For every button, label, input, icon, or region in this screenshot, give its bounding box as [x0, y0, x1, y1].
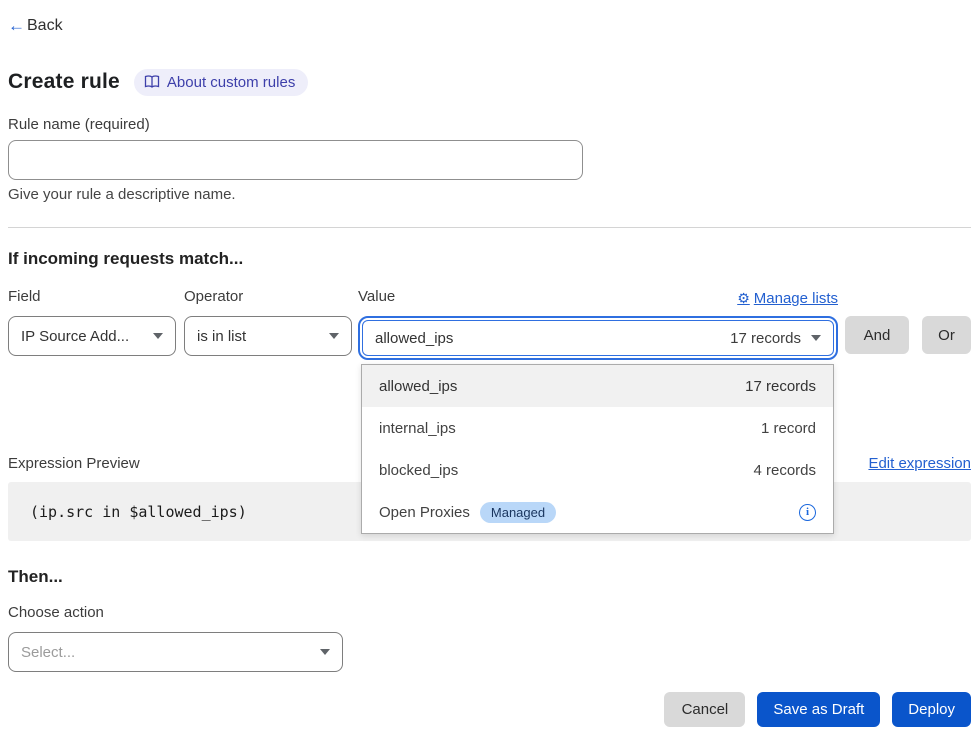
info-icon[interactable]: [799, 504, 816, 521]
list-item-internal-ips[interactable]: internal_ips 1 record: [362, 407, 833, 449]
chevron-down-icon: [811, 335, 821, 341]
chevron-down-icon: [153, 333, 163, 339]
manage-lists-link[interactable]: Manage lists: [737, 290, 838, 307]
match-heading: If incoming requests match...: [8, 249, 971, 273]
action-select[interactable]: Select...: [8, 632, 343, 672]
about-badge-label: About custom rules: [167, 74, 295, 91]
create-rule-page: Back Create rule About custom rules Rule…: [0, 0, 979, 739]
value-select-records: 17 records: [730, 330, 801, 347]
then-heading: Then...: [8, 567, 971, 591]
operator-column: Operator is in list: [184, 288, 352, 356]
list-item-name: internal_ips: [379, 420, 456, 437]
field-select[interactable]: IP Source Add...: [8, 316, 176, 356]
chevron-down-icon: [320, 649, 330, 655]
value-select[interactable]: allowed_ips 17 records: [362, 320, 834, 356]
list-dropdown: allowed_ips 17 records internal_ips 1 re…: [361, 364, 834, 534]
header: Create rule About custom rules: [8, 66, 971, 98]
operator-label: Operator: [184, 288, 352, 308]
field-select-value: IP Source Add...: [21, 328, 143, 345]
value-column: Value Manage lists allowed_ips 17 record…: [358, 288, 838, 360]
chevron-down-icon: [329, 333, 339, 339]
rule-name-helper: Give your rule a descriptive name.: [8, 186, 971, 206]
field-column: Field IP Source Add...: [8, 288, 176, 356]
rule-name-input[interactable]: [8, 140, 583, 180]
back-row: Back: [8, 0, 971, 38]
rule-name-label: Rule name (required): [8, 116, 971, 136]
list-item-records: 4 records: [753, 462, 816, 479]
deploy-button[interactable]: Deploy: [892, 692, 971, 727]
or-button[interactable]: Or: [922, 316, 971, 354]
back-label: Back: [27, 17, 63, 35]
book-icon: [144, 75, 160, 89]
expression-code: (ip.src in $allowed_ips): [30, 503, 247, 521]
list-item-allowed-ips[interactable]: allowed_ips 17 records: [362, 365, 833, 407]
list-item-blocked-ips[interactable]: blocked_ips 4 records: [362, 449, 833, 491]
edit-expression-link[interactable]: Edit expression: [868, 455, 971, 472]
managed-badge: Managed: [480, 502, 556, 523]
expression-preview-label: Expression Preview: [8, 455, 140, 472]
section-divider: [8, 227, 971, 228]
list-item-records: 1 record: [761, 420, 816, 437]
page-title: Create rule: [8, 70, 120, 94]
choose-action-label: Choose action: [8, 604, 971, 624]
back-arrow-icon: [8, 16, 25, 36]
footer-actions: Cancel Save as Draft Deploy: [8, 692, 971, 727]
list-item-records: 17 records: [745, 378, 816, 395]
field-label: Field: [8, 288, 176, 308]
list-item-name: blocked_ips: [379, 462, 458, 479]
value-select-selected: allowed_ips: [375, 330, 453, 347]
cancel-button[interactable]: Cancel: [664, 692, 745, 727]
about-custom-rules-badge[interactable]: About custom rules: [134, 69, 308, 96]
operator-select[interactable]: is in list: [184, 316, 352, 356]
condition-row: Field IP Source Add... Operator is in li…: [8, 288, 971, 360]
manage-lists-label: Manage lists: [754, 290, 838, 307]
action-select-placeholder: Select...: [21, 644, 310, 661]
value-label: Value: [358, 288, 395, 308]
list-item-name: Open Proxies: [379, 504, 470, 521]
andor-buttons: And Or: [845, 288, 971, 354]
operator-select-value: is in list: [197, 328, 319, 345]
list-item-name: allowed_ips: [379, 378, 457, 395]
value-select-focus-ring: allowed_ips 17 records: [358, 316, 838, 360]
back-link[interactable]: Back: [8, 16, 63, 36]
and-button[interactable]: And: [845, 316, 909, 354]
save-as-draft-button[interactable]: Save as Draft: [757, 692, 880, 727]
gear-icon: [737, 290, 750, 307]
list-item-open-proxies[interactable]: Open Proxies Managed: [362, 491, 833, 533]
